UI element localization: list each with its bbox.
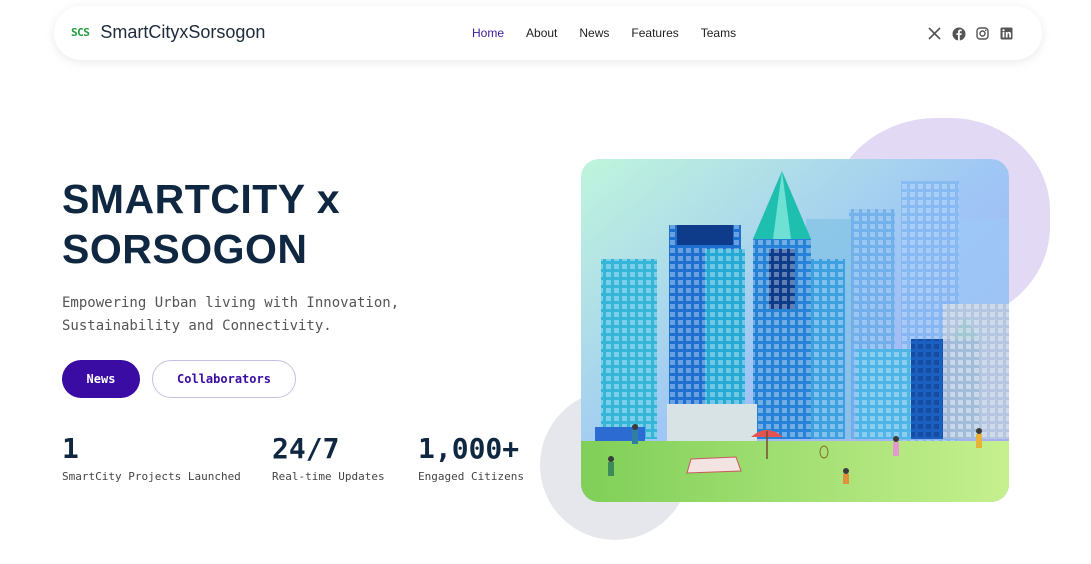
hero-title-line-2: SORSOGON — [62, 226, 308, 272]
hero-subtitle-line-2: Sustainability and Connectivity. — [62, 318, 332, 334]
collaborators-button[interactable]: Collaborators — [152, 360, 296, 398]
stat-projects: 1 SmartCity Projects Launched — [62, 432, 241, 483]
brand[interactable]: SCS SmartCityxSorsogon — [71, 22, 265, 43]
brand-logo: SCS — [71, 26, 90, 39]
top-navbar: SCS SmartCityxSorsogon Home About News F… — [54, 6, 1042, 60]
instagram-icon[interactable] — [975, 26, 990, 41]
nav-link-about[interactable]: About — [526, 26, 557, 40]
main-menu: Home About News Features Teams — [472, 26, 758, 40]
hero-subtitle-line-1: Empowering Urban living with Innovation, — [62, 295, 400, 311]
stat-value: 24/7 — [272, 432, 340, 465]
linkedin-icon[interactable] — [999, 26, 1014, 41]
city-illustration-svg — [581, 159, 1009, 502]
hero-title: SMARTCITY x SORSOGON — [62, 174, 340, 274]
stat-label: Real-time Updates — [272, 470, 385, 483]
nav-link-teams[interactable]: Teams — [701, 26, 736, 40]
stat-citizens: 1,000+ Engaged Citizens — [418, 432, 524, 483]
stat-value: 1,000+ — [418, 432, 520, 465]
news-button[interactable]: News — [62, 360, 140, 398]
nav-link-features[interactable]: Features — [631, 26, 678, 40]
hero-subtitle: Empowering Urban living with Innovation,… — [62, 292, 462, 338]
city-illustration — [581, 159, 1009, 502]
stat-label: Engaged Citizens — [418, 470, 524, 483]
hero-title-line-1: SMARTCITY x — [62, 176, 341, 222]
stat-value: 1 — [62, 432, 79, 465]
nav-link-news[interactable]: News — [579, 26, 609, 40]
x-icon[interactable] — [927, 26, 942, 41]
stat-label: SmartCity Projects Launched — [62, 470, 241, 483]
nav-link-home[interactable]: Home — [472, 26, 504, 40]
social-links — [918, 26, 1014, 41]
stat-updates: 24/7 Real-time Updates — [272, 432, 385, 483]
grass — [581, 441, 1009, 502]
brand-name: SmartCityxSorsogon — [100, 22, 266, 42]
facebook-icon[interactable] — [951, 26, 966, 41]
